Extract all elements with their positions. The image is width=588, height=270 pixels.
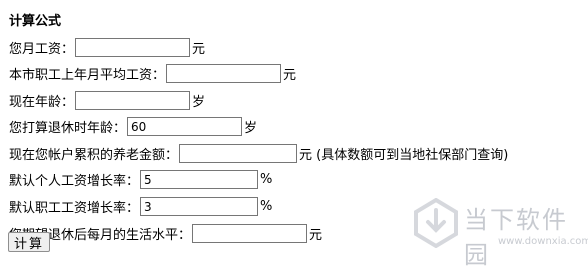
form-title: 计算公式 [9, 14, 62, 29]
worker-growth-rate-unit: % [260, 199, 273, 215]
worker-growth-rate-input[interactable] [140, 197, 259, 217]
watermark: 当下软件园 www.downxia.com [412, 198, 588, 269]
retirement-age-input[interactable] [127, 117, 243, 137]
calculate-button[interactable]: 计算 [8, 232, 51, 252]
current-age-unit: 岁 [192, 94, 206, 110]
pension-balance-row: 现在您帐户累积的养老金额： 元 (具体数额可到当地社保部门查询) [9, 142, 508, 164]
current-age-input[interactable] [75, 90, 191, 110]
retirement-age-unit: 岁 [244, 121, 258, 137]
personal-growth-rate-unit: % [260, 172, 273, 188]
city-average-salary-row: 本市职工上年月平均工资： 元 [9, 63, 508, 85]
expected-living-unit: 元 [309, 227, 323, 243]
retirement-age-row: 您打算退休时年龄： 岁 [9, 116, 508, 138]
downxia-logo-icon [414, 198, 458, 248]
retirement-age-label: 您打算退休时年龄： [9, 121, 127, 137]
watermark-url: www.downxia.com [498, 236, 588, 247]
city-average-salary-label: 本市职工上年月平均工资： [9, 68, 166, 84]
monthly-salary-label: 您月工资： [9, 41, 75, 57]
city-average-salary-unit: 元 [283, 68, 297, 84]
monthly-salary-unit: 元 [192, 41, 206, 57]
city-average-salary-input[interactable] [166, 64, 282, 84]
personal-growth-rate-input[interactable] [140, 170, 259, 190]
worker-growth-rate-label: 默认职工工资增长率： [9, 201, 140, 217]
pension-balance-input[interactable] [179, 143, 298, 163]
current-age-label: 现在年龄： [9, 94, 75, 110]
monthly-salary-row: 您月工资： 元 [9, 36, 508, 58]
monthly-salary-input[interactable] [75, 37, 191, 57]
current-age-row: 现在年龄： 岁 [9, 89, 508, 111]
personal-growth-rate-row: 默认个人工资增长率： % [9, 169, 508, 191]
expected-living-input[interactable] [192, 223, 308, 243]
personal-growth-rate-label: 默认个人工资增长率： [9, 174, 140, 190]
pension-balance-unit: 元 (具体数额可到当地社保部门查询) [299, 147, 509, 163]
pension-balance-label: 现在您帐户累积的养老金额： [9, 147, 179, 163]
